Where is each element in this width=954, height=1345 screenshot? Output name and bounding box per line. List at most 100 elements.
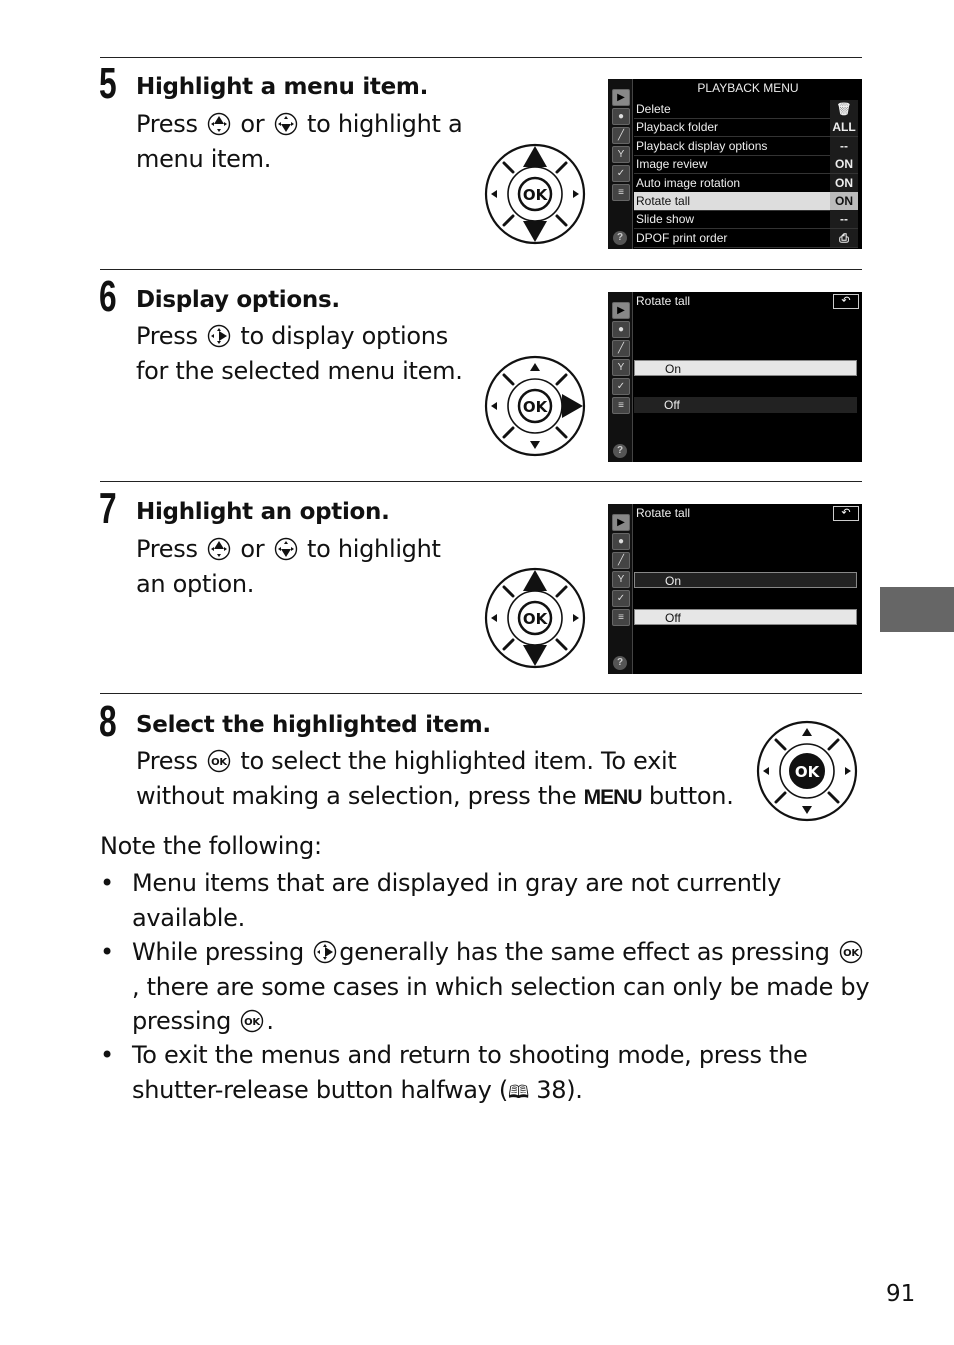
option-off[interactable]: Off (634, 609, 857, 625)
step-number: 7 (99, 484, 117, 533)
back-icon[interactable]: ↶ (833, 506, 859, 521)
playback-icon[interactable]: ▶ (612, 514, 630, 531)
note-text: To exit the menus and return to shooting… (132, 1041, 808, 1104)
menu-item-value: ⎙ (830, 228, 858, 247)
bullet-dot: • (100, 869, 114, 897)
multi-selector-right-icon (207, 324, 231, 348)
svg-text:OK: OK (523, 398, 549, 416)
menu-item[interactable]: Slide show -- (634, 210, 858, 230)
menu-button-label: MENU (583, 785, 643, 809)
playback-icon[interactable]: ▶ (612, 89, 630, 106)
recent-settings-icon[interactable]: ≡ (612, 184, 630, 201)
retouch-icon[interactable]: ✓ (612, 165, 630, 182)
step-number: 8 (99, 697, 117, 746)
camera-icon[interactable]: ● (612, 321, 630, 338)
svg-text:OK: OK (523, 610, 549, 628)
retouch-icon[interactable]: ✓ (612, 378, 630, 395)
section-divider (100, 269, 862, 270)
camera-screen-rotate-tall-on: ▶ ● ╱ Y ✓ ≡ ? Rotate tall ↶ On Off (608, 292, 862, 462)
menu-item-label: Playback folder (636, 120, 719, 135)
camera-icon[interactable]: ● (612, 533, 630, 550)
menu-item[interactable]: DPOF print order ⎙ (634, 228, 858, 248)
menu-item-label: Image review (636, 157, 708, 172)
bullet-dot: • (100, 1041, 114, 1069)
step-title: Display options. (136, 287, 340, 313)
menu-sidebar: ▶ ● ╱ Y ✓ ≡ ? (608, 504, 633, 674)
svg-text:OK: OK (211, 757, 228, 768)
menu-item[interactable]: Auto image rotation ON (634, 173, 858, 193)
help-icon[interactable]: ? (613, 656, 627, 670)
page-number: 91 (886, 1281, 916, 1307)
menu-item-value: ALL (830, 118, 858, 137)
option-on[interactable]: On (634, 572, 857, 588)
step-title: Select the highlighted item. (136, 712, 491, 738)
help-icon[interactable]: ? (613, 444, 627, 458)
menu-title: PLAYBACK MENU (697, 81, 799, 95)
notes-intro: Note the following: (100, 832, 322, 860)
menu-item[interactable]: Delete 🗑 (634, 100, 858, 119)
wrench-icon[interactable]: Y (612, 571, 630, 588)
section-tab-marker (880, 587, 954, 632)
recent-settings-icon[interactable]: ≡ (612, 397, 630, 414)
note-text: While pressing generally has the same ef… (132, 938, 870, 1035)
option-off[interactable]: Off (634, 397, 857, 413)
menu-item-label: Rotate tall (636, 194, 691, 208)
camera-icon[interactable]: ● (612, 108, 630, 125)
option-on[interactable]: On (634, 360, 857, 376)
multi-selector-dial: OK (756, 720, 858, 822)
retouch-icon[interactable]: ✓ (612, 590, 630, 607)
pencil-icon[interactable]: ╱ (612, 127, 630, 144)
menu-item-value: 🗑 (830, 100, 858, 118)
svg-text:OK: OK (843, 948, 860, 959)
multi-selector-up-icon (207, 537, 231, 561)
menu-item-label: Slide show (636, 212, 695, 227)
menu-item[interactable]: Playback display options -- (634, 136, 858, 156)
multi-selector-down-icon (274, 537, 297, 561)
menu-item[interactable]: Playback folder ALL (634, 118, 858, 138)
ok-button-icon: OK (207, 749, 231, 773)
step-body: Press to display options for the selecte… (136, 322, 463, 385)
playback-icon[interactable]: ▶ (612, 302, 630, 319)
book-reference-icon: 🕮 (507, 1081, 529, 1103)
help-icon[interactable]: ? (613, 231, 627, 245)
menu-item-label: DPOF print order (636, 230, 728, 245)
menu-item-label: Delete (636, 102, 671, 116)
menu-sidebar: ▶ ● ╱ Y ✓ ≡ ? (608, 79, 633, 249)
menu-item-label: Auto image rotation (636, 175, 741, 190)
note-text: Menu items that are displayed in gray ar… (132, 869, 782, 932)
menu-item-value: -- (830, 210, 858, 229)
step-number: 5 (99, 59, 117, 108)
camera-screen-playback-menu: ▶ ● ╱ Y ✓ ≡ ? PLAYBACK MENU Delete 🗑 Playb… (608, 79, 862, 249)
svg-text:OK: OK (795, 763, 821, 781)
ok-button-icon: OK (241, 1009, 264, 1033)
pencil-icon[interactable]: ╱ (612, 340, 630, 357)
step-body: Press or to highlight a menu item. (136, 110, 463, 173)
section-divider (100, 693, 862, 694)
step-title: Highlight a menu item. (136, 74, 429, 100)
multi-selector-down-icon (274, 112, 297, 136)
wrench-icon[interactable]: Y (612, 146, 630, 163)
multi-selector-dial: OK (484, 567, 586, 669)
multi-selector-right-icon (314, 940, 337, 964)
recent-settings-icon[interactable]: ≡ (612, 609, 630, 626)
step-number: 6 (99, 272, 117, 321)
multi-selector-up-icon (207, 112, 231, 136)
screen-title: Rotate tall (636, 506, 691, 520)
svg-text:OK: OK (245, 1017, 262, 1028)
camera-screen-rotate-tall-off: ▶ ● ╱ Y ✓ ≡ ? Rotate tall ↶ On Off (608, 504, 862, 674)
wrench-icon[interactable]: Y (612, 359, 630, 376)
step-body: Press OK to select the highlighted item.… (136, 747, 734, 810)
multi-selector-dial: OK (484, 355, 586, 457)
menu-item[interactable]: Image review ON (634, 155, 858, 175)
menu-item-value: ON (830, 192, 858, 210)
menu-item[interactable]: Rotate tall ON (634, 192, 858, 211)
page-reference-link[interactable]: 38). (536, 1076, 583, 1104)
pencil-icon[interactable]: ╱ (612, 552, 630, 569)
back-icon[interactable]: ↶ (833, 294, 859, 309)
screen-title: Rotate tall (636, 294, 691, 308)
menu-sidebar: ▶ ● ╱ Y ✓ ≡ ? (608, 292, 633, 462)
menu-item-value: -- (830, 136, 858, 155)
section-divider (100, 481, 862, 482)
menu-item-label: Playback display options (636, 138, 768, 153)
step-body: Press or to highlight an option. (136, 535, 441, 598)
